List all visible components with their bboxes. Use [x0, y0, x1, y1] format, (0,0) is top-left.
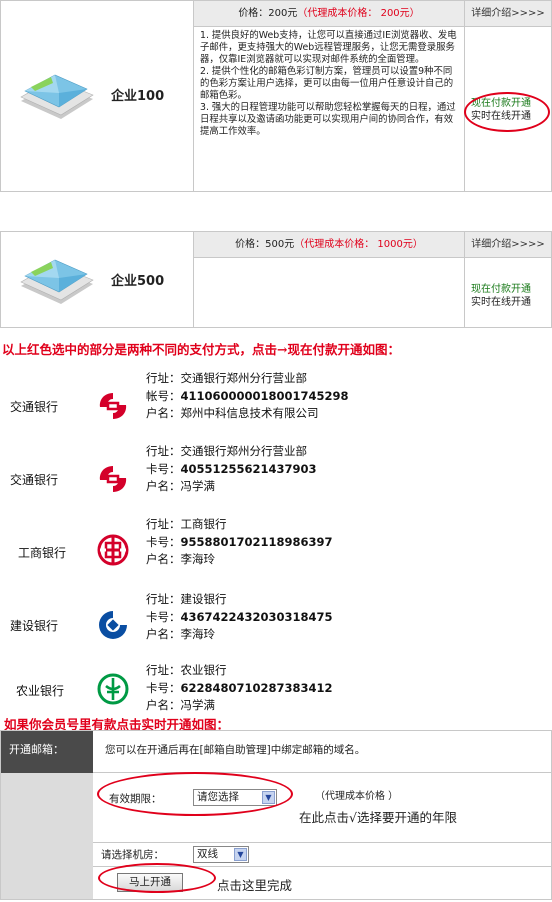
card-label: 卡号：	[146, 680, 181, 695]
annotation-circle	[98, 863, 216, 893]
form-header-text: 您可以在开通后再在[邮箱自助管理]中绑定邮箱的域名。	[93, 731, 551, 773]
account-label: 帐号：	[146, 388, 181, 403]
open-mailbox-form: 开通邮箱： 您可以在开通后再在[邮箱自助管理]中绑定邮箱的域名。 有效期限： 请…	[0, 730, 552, 900]
holder-value: 李海玲	[180, 552, 216, 566]
feature-item: 2. 提供个性化的邮箱色彩订制方案，管理员可以设置9种不同的色彩方案让用户选择，…	[200, 66, 454, 101]
price-label: 价格：500元	[235, 239, 295, 250]
feature-description	[194, 258, 464, 327]
bank-details: 行址：工商银行 卡号：9558801702118986397 户名：李海玲	[146, 516, 333, 569]
bank-name: 交通银行	[10, 400, 59, 414]
address-value: 交通银行郑州分行营业部	[180, 444, 308, 458]
annotation-circle	[464, 92, 550, 132]
room-selected-value: 双线	[197, 848, 218, 860]
room-select[interactable]: 双线 ▼	[193, 846, 249, 863]
address-value: 农业银行	[180, 663, 227, 677]
price-header: 价格：200元（代理成本价格： 200元）	[194, 1, 464, 27]
feature-description: 1. 提供良好的Web支持，让您可以直接通过IE浏览器收、发电子邮件，更支持强大…	[194, 27, 464, 191]
price-label: 价格：200元	[238, 8, 298, 19]
product-logo-cell: 企业100	[1, 1, 194, 191]
detail-link[interactable]: 详细介绍>>>>	[464, 1, 551, 27]
feature-item: 1. 提供良好的Web支持，让您可以直接通过IE浏览器收、发电子邮件，更支持强大…	[200, 30, 457, 65]
submit-hint: 点击这里完成	[217, 878, 293, 893]
card-number: 6228480710287383412	[180, 680, 333, 695]
chevron-down-icon[interactable]: ▼	[234, 848, 247, 861]
mail-envelope-icon	[20, 259, 94, 304]
holder-label: 户名：	[146, 406, 181, 420]
holder-value: 郑州中科信息技术有限公司	[180, 406, 319, 420]
bank-name: 交通银行	[10, 473, 59, 487]
holder-label: 户名：	[146, 479, 181, 493]
account-number: 411060000018001745298	[180, 388, 349, 403]
bank-details: 行址：交通银行郑州分行营业部 帐号：411060000018001745298 …	[146, 370, 349, 423]
feature-item: 3. 强大的日程管理功能可以帮助您轻松掌握每天的日程，通过日程共享以及邀请函功能…	[200, 102, 456, 137]
address-value: 建设银行	[180, 592, 227, 606]
ccb-logo-icon	[99, 611, 127, 639]
address-value: 交通银行郑州分行营业部	[180, 371, 308, 385]
card-number: 4367422432030318475	[180, 609, 333, 624]
address-label: 行址：	[146, 444, 181, 458]
address-value: 工商银行	[180, 517, 227, 531]
annotation-circle	[97, 772, 293, 816]
card-label: 卡号：	[146, 461, 181, 476]
address-label: 行址：	[146, 371, 181, 385]
abc-logo-icon	[97, 673, 129, 705]
form-header-label: 开通邮箱：	[1, 731, 93, 773]
holder-label: 户名：	[146, 552, 181, 566]
bocom-logo-icon	[99, 393, 127, 419]
icbc-logo-icon	[97, 534, 129, 566]
product-card-enterprise-100: 企业100 价格：200元（代理成本价格： 200元） 详细介绍>>>> 1. …	[0, 0, 552, 192]
bank-name: 建设银行	[10, 619, 59, 633]
cost-price-label: （代理成本价格： 1000元）	[294, 239, 423, 250]
holder-value: 冯学满	[180, 698, 216, 712]
mail-envelope-icon	[20, 74, 94, 119]
product-name: 企业100	[111, 89, 165, 104]
address-label: 行址：	[146, 663, 181, 677]
period-hint: 在此点击√选择要开通的年限	[299, 810, 457, 825]
product-name: 企业500	[111, 274, 165, 289]
detail-link[interactable]: 详细介绍>>>>	[464, 232, 551, 258]
cost-price-label: （代理成本价格： 200元）	[297, 8, 420, 19]
cost-note: （代理成本价格 ）	[315, 791, 399, 802]
bocom-logo-icon	[99, 466, 127, 492]
card-number: 40551255621437903	[180, 461, 317, 476]
holder-label: 户名：	[146, 627, 181, 641]
bank-details: 行址：建设银行 卡号：4367422432030318475 户名：李海玲	[146, 591, 333, 644]
card-label: 卡号：	[146, 534, 181, 549]
holder-value: 冯学满	[180, 479, 216, 493]
pay-online-link[interactable]: 实时在线开通	[471, 296, 551, 309]
card-label: 卡号：	[146, 609, 181, 624]
holder-label: 户名：	[146, 698, 181, 712]
product-card-enterprise-500: 企业500 价格：500元（代理成本价格： 1000元） 详细介绍>>>> 现在…	[0, 231, 552, 328]
address-label: 行址：	[146, 592, 181, 606]
payment-options: 现在付款开通 实时在线开通	[464, 258, 551, 327]
bank-name: 工商银行	[18, 546, 67, 560]
holder-value: 李海玲	[180, 627, 216, 641]
payment-note: 以上红色选中的部分是两种不同的支付方式，点击→现在付款开通如图：	[2, 342, 400, 357]
product-logo-cell: 企业500	[1, 232, 194, 327]
form-label-column	[1, 773, 93, 899]
bank-name: 农业银行	[16, 684, 65, 698]
address-label: 行址：	[146, 517, 181, 531]
pay-now-link[interactable]: 现在付款开通	[471, 283, 551, 296]
card-number: 9558801702118986397	[180, 534, 333, 549]
room-label: 请选择机房：	[101, 849, 164, 861]
bank-details: 行址：交通银行郑州分行营业部 卡号：40551255621437903 户名：冯…	[146, 443, 317, 496]
bank-details: 行址：农业银行 卡号：6228480710287383412 户名：冯学满	[146, 662, 333, 715]
price-header: 价格：500元（代理成本价格： 1000元）	[194, 232, 464, 258]
